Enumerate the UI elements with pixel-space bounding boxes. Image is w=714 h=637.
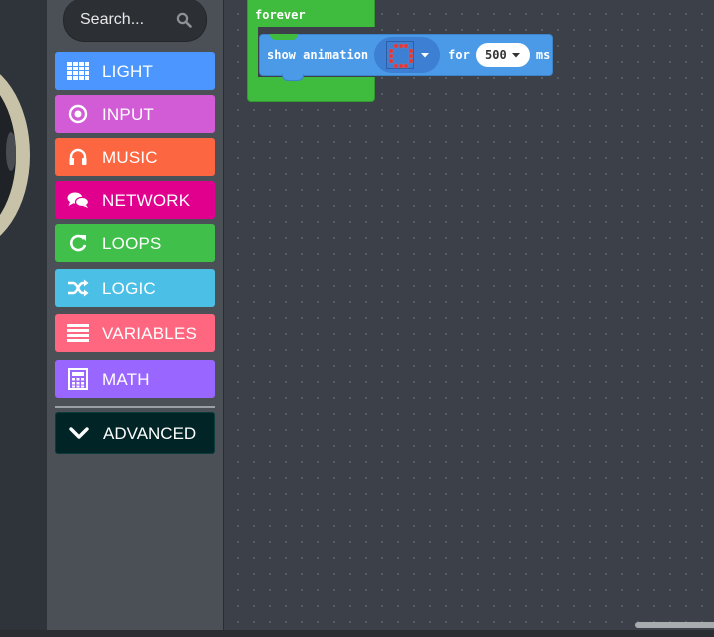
grid-icon: [66, 60, 90, 82]
led-matrix-preview: [386, 41, 415, 69]
simulator-board[interactable]: [0, 60, 30, 250]
caret-down-icon: [420, 51, 430, 59]
target-icon: [66, 103, 90, 125]
app-root: Search... LIGHT INPUT MUSIC NETWORK LOOP…: [0, 0, 714, 637]
calculator-icon: [66, 368, 90, 390]
category-label: ADVANCED: [103, 423, 197, 443]
chat-icon: [66, 189, 90, 211]
category-network[interactable]: NETWORK: [55, 181, 215, 219]
refresh-icon: [66, 232, 90, 254]
search-input[interactable]: Search...: [80, 11, 144, 29]
category-music[interactable]: MUSIC: [55, 138, 215, 176]
toolbox-divider: [55, 406, 215, 408]
chevron-down-icon: [67, 422, 91, 444]
category-label: MATH: [102, 369, 150, 389]
show-animation-block[interactable]: show animation for 500 ms: [259, 34, 553, 81]
duration-input[interactable]: 500: [475, 43, 530, 67]
category-light[interactable]: LIGHT: [55, 52, 215, 90]
category-label: LIGHT: [102, 61, 154, 81]
category-label: NETWORK: [102, 190, 191, 210]
forever-block-label: forever: [255, 8, 306, 22]
category-math[interactable]: MATH: [55, 360, 215, 398]
category-label: MUSIC: [102, 147, 158, 167]
caret-down-icon: [511, 51, 521, 59]
for-label: for: [448, 48, 470, 62]
category-label: LOGIC: [102, 278, 156, 298]
unit-label: ms: [535, 48, 551, 62]
category-input[interactable]: INPUT: [55, 95, 215, 133]
category-logic[interactable]: LOGIC: [55, 269, 215, 307]
duration-value: 500: [485, 48, 507, 62]
category-label: VARIABLES: [102, 323, 198, 343]
category-label: INPUT: [102, 104, 154, 124]
animation-picker[interactable]: [374, 37, 441, 73]
category-variables[interactable]: VARIABLES: [55, 314, 215, 352]
headphones-icon: [66, 146, 90, 168]
bottom-bar: [0, 630, 714, 637]
show-animation-label: show animation: [267, 48, 369, 62]
shuffle-icon: [66, 277, 90, 299]
search-icon[interactable]: [176, 12, 192, 28]
category-label: LOOPS: [102, 233, 162, 253]
category-advanced[interactable]: ADVANCED: [55, 412, 215, 454]
toolbox: Search... LIGHT INPUT MUSIC NETWORK LOOP…: [47, 0, 223, 637]
list-icon: [66, 322, 90, 344]
search-box[interactable]: Search...: [63, 0, 207, 42]
horizontal-scrollbar[interactable]: [635, 622, 714, 628]
simulator-panel: [0, 0, 47, 637]
category-loops[interactable]: LOOPS: [55, 224, 215, 262]
